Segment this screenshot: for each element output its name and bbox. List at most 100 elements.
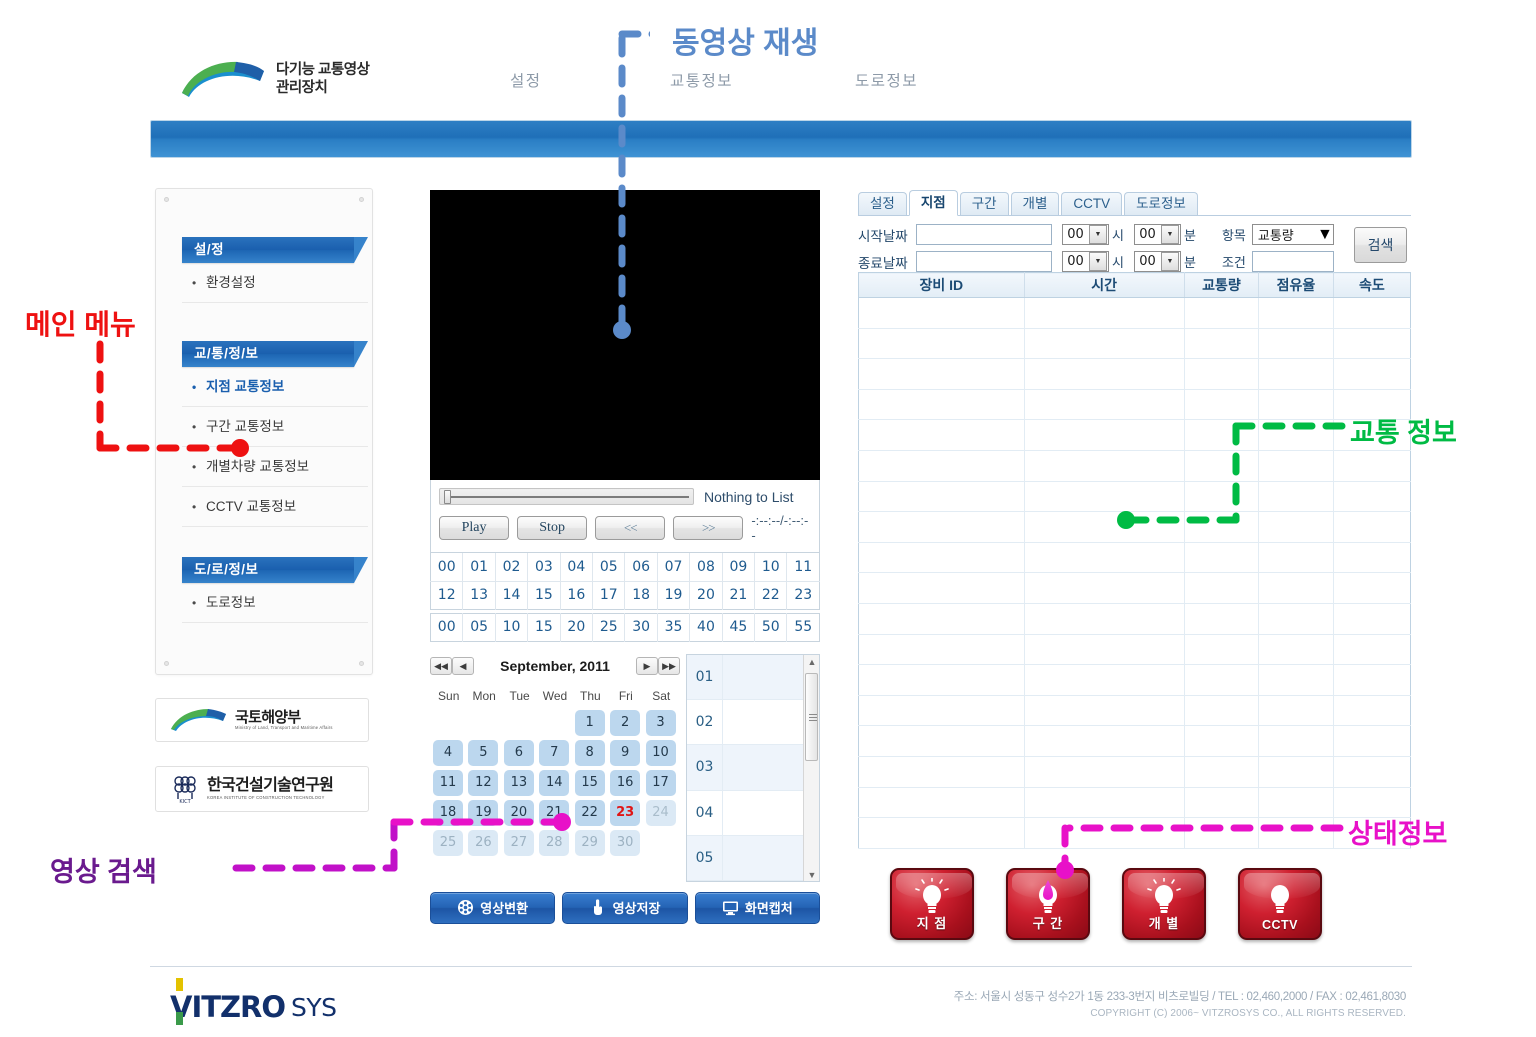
- end-date-input[interactable]: [916, 251, 1052, 272]
- item-select[interactable]: 교통량 ▼: [1251, 224, 1334, 245]
- calendar-cell[interactable]: 5: [467, 739, 500, 767]
- minute-cell[interactable]: 25: [592, 613, 626, 641]
- hour-cell[interactable]: 12: [430, 580, 464, 609]
- hour-cell[interactable]: 21: [722, 580, 756, 609]
- calendar-cell[interactable]: 4: [432, 739, 465, 767]
- table-row[interactable]: [858, 664, 1411, 696]
- calendar-day[interactable]: 12: [468, 769, 499, 796]
- calendar-day[interactable]: 10: [645, 739, 676, 766]
- table-row[interactable]: [858, 542, 1411, 574]
- table-row[interactable]: [858, 603, 1411, 635]
- condition-input[interactable]: [1251, 251, 1334, 272]
- hour-list-row[interactable]: 01: [687, 654, 819, 700]
- calendar-day[interactable]: 4: [433, 739, 463, 766]
- hour-cell[interactable]: 17: [592, 580, 626, 609]
- nav-item-traffic-info[interactable]: 교통정보: [670, 69, 733, 91]
- search-button[interactable]: 검색: [1354, 227, 1407, 263]
- calendar-cell[interactable]: 1: [574, 709, 607, 737]
- calendar-day[interactable]: 15: [574, 769, 605, 796]
- hour-cell[interactable]: 14: [495, 580, 529, 609]
- minute-cell[interactable]: 40: [689, 613, 723, 641]
- hour-cell[interactable]: 06: [624, 553, 658, 581]
- hour-cell[interactable]: 08: [689, 553, 723, 581]
- hour-cell[interactable]: 23: [786, 580, 820, 609]
- calendar-cell[interactable]: 24: [645, 799, 678, 827]
- hour-cell[interactable]: 13: [462, 580, 496, 609]
- calendar-day[interactable]: 6: [503, 739, 534, 766]
- minute-cell[interactable]: 45: [722, 613, 756, 641]
- calendar-day[interactable]: 2: [610, 709, 641, 736]
- hour-list-row[interactable]: 03: [687, 745, 819, 791]
- hour-cell[interactable]: 07: [657, 553, 691, 581]
- minute-cell[interactable]: 30: [624, 613, 658, 641]
- hour-cell[interactable]: 05: [592, 553, 626, 581]
- start-hour-spinner[interactable]: 00 ▼: [1062, 224, 1109, 245]
- hour-list-row[interactable]: 02: [687, 699, 819, 746]
- calendar-day[interactable]: 17: [645, 769, 676, 796]
- hour-cell[interactable]: 00: [430, 553, 464, 581]
- calendar-cell[interactable]: 6: [503, 739, 536, 767]
- hour-list-slot[interactable]: [723, 836, 811, 881]
- calendar-cell[interactable]: 11: [432, 769, 465, 797]
- stop-button[interactable]: Stop: [517, 516, 588, 540]
- calendar-day[interactable]: 7: [539, 739, 570, 766]
- screen-capture-button[interactable]: 화면캡처: [694, 891, 820, 924]
- calendar-cell[interactable]: 17: [645, 769, 678, 797]
- tab-section[interactable]: 구간: [959, 192, 1009, 215]
- minute-cell[interactable]: 20: [560, 613, 594, 641]
- calendar-prev-button[interactable]: ◀: [452, 656, 474, 675]
- calendar-day[interactable]: 8: [574, 739, 605, 766]
- hour-list-slot[interactable]: [723, 790, 811, 836]
- hour-cell[interactable]: 10: [754, 553, 788, 581]
- hour-cell[interactable]: 09: [722, 553, 756, 581]
- start-date-input[interactable]: [916, 224, 1052, 245]
- hour-list-row[interactable]: 05: [687, 836, 819, 881]
- table-row[interactable]: [858, 297, 1411, 329]
- table-row[interactable]: [858, 328, 1411, 360]
- calendar-day[interactable]: 24: [645, 799, 676, 826]
- save-video-button[interactable]: 영상저장: [562, 891, 688, 924]
- minute-cell[interactable]: 35: [657, 613, 691, 641]
- end-minute-spinner[interactable]: 00 ▼: [1133, 251, 1181, 272]
- calendar-cell[interactable]: 3: [645, 709, 678, 737]
- hour-cell[interactable]: 01: [462, 553, 496, 581]
- calendar-day[interactable]: 5: [468, 739, 499, 766]
- sidebar-item-road-info[interactable]: • 도로정보: [182, 583, 368, 623]
- rewind-button[interactable]: <<: [595, 516, 666, 540]
- playback-slider[interactable]: [439, 488, 694, 505]
- chevron-down-icon[interactable]: ▼: [1089, 252, 1107, 271]
- calendar-day[interactable]: 14: [539, 769, 570, 796]
- hour-cell[interactable]: 02: [495, 553, 529, 581]
- calendar-day[interactable]: 3: [645, 709, 676, 736]
- sidebar-item-cctv-traffic[interactable]: • CCTV 교통정보: [182, 487, 368, 527]
- hour-cell[interactable]: 11: [787, 553, 820, 581]
- hour-list-slot[interactable]: [723, 745, 811, 790]
- calendar-day[interactable]: 9: [610, 739, 641, 766]
- hour-list-slot[interactable]: [723, 699, 811, 745]
- minute-cell[interactable]: 15: [527, 613, 561, 641]
- calendar-day[interactable]: 1: [574, 709, 605, 736]
- calendar-day[interactable]: 11: [433, 769, 463, 796]
- hour-cell[interactable]: 20: [689, 580, 723, 609]
- minute-cell[interactable]: 05: [462, 613, 496, 641]
- lamp-point[interactable]: 지 점: [890, 868, 974, 940]
- hour-cell[interactable]: 04: [560, 553, 594, 581]
- hour-list-row[interactable]: 04: [687, 790, 819, 837]
- hour-cell[interactable]: 22: [754, 580, 788, 609]
- calendar-cell[interactable]: 2: [609, 709, 642, 737]
- start-minute-spinner[interactable]: 00 ▼: [1133, 224, 1181, 245]
- hour-list-panel[interactable]: 01 02 03 04 05 ▲ ▼: [686, 653, 820, 882]
- hour-cell[interactable]: 19: [657, 580, 691, 609]
- calendar-cell[interactable]: 7: [538, 739, 571, 767]
- scroll-down-arrow-icon[interactable]: ▼: [804, 868, 819, 881]
- chevron-down-icon[interactable]: ▼: [1089, 225, 1107, 244]
- hour-cell[interactable]: 03: [527, 553, 561, 581]
- tab-settings[interactable]: 설정: [858, 192, 907, 215]
- calendar-cell[interactable]: 8: [574, 739, 607, 767]
- forward-button[interactable]: >>: [673, 516, 744, 540]
- table-row[interactable]: [858, 695, 1411, 727]
- calendar-last-button[interactable]: ▶▶: [658, 656, 680, 675]
- play-button[interactable]: Play: [439, 516, 510, 540]
- calendar-cell[interactable]: 14: [538, 769, 571, 797]
- calendar-day[interactable]: 13: [503, 769, 534, 796]
